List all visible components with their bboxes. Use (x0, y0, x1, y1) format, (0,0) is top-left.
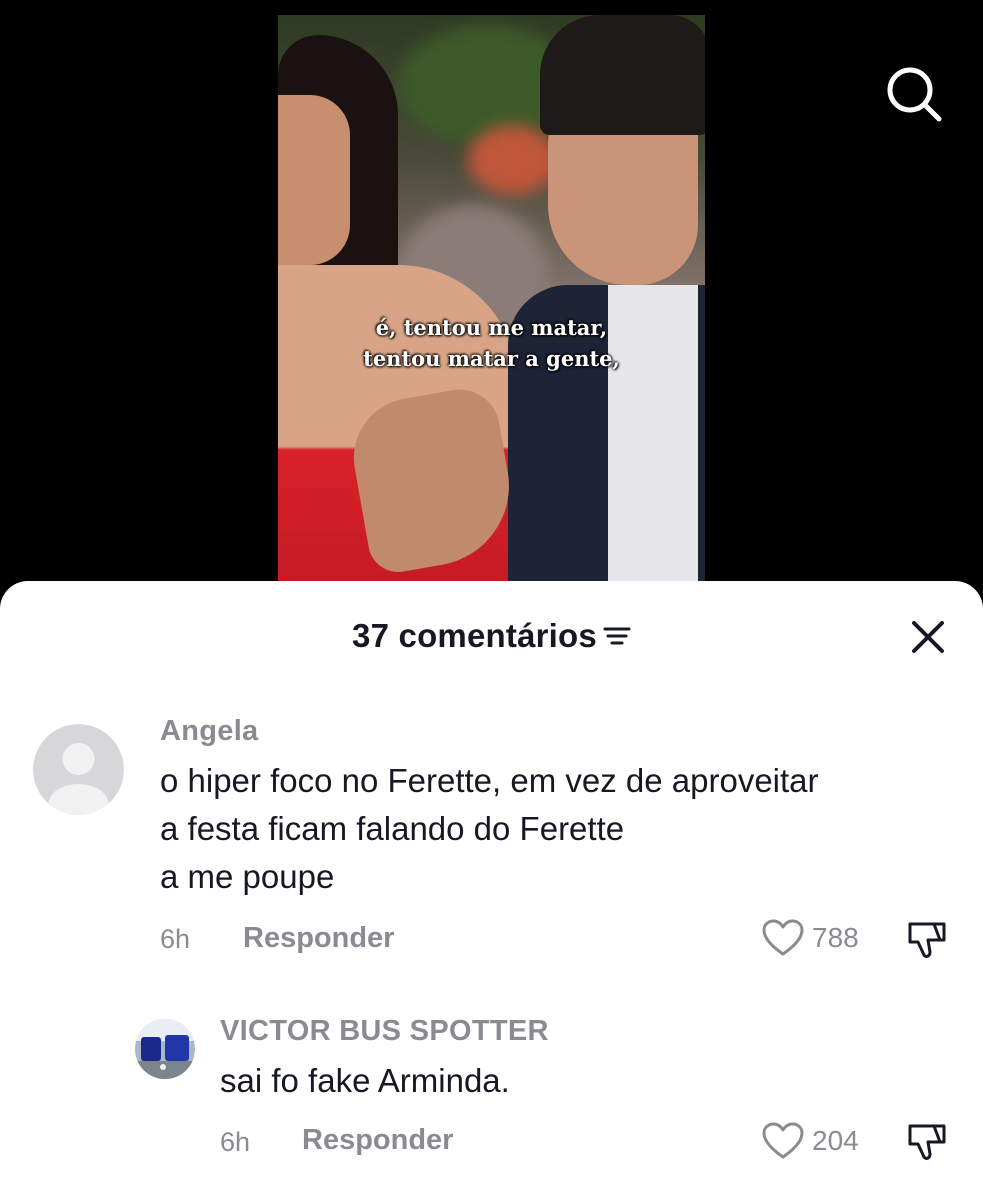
comment-username[interactable]: VICTOR BUS SPOTTER (220, 1015, 549, 1048)
comment-text-line: a festa ficam falando do Ferette (160, 810, 625, 847)
like-count: 204 (812, 1125, 859, 1156)
thumbs-down-icon (908, 922, 946, 958)
dislike-button[interactable] (906, 1122, 948, 1167)
search-icon (887, 67, 942, 122)
comment-timestamp: 6h (220, 1127, 251, 1157)
reply-button[interactable]: Responder (302, 1124, 453, 1157)
video-player[interactable] (278, 15, 705, 595)
avatar[interactable] (33, 724, 124, 815)
search-button[interactable] (884, 64, 944, 124)
avatar[interactable] (135, 1019, 195, 1079)
comment-count: 37 comentários (352, 617, 597, 654)
comment-text: sai fo fake Arminda. (220, 1057, 510, 1105)
close-button[interactable] (910, 619, 946, 655)
comment-timestamp: 6h (160, 924, 191, 954)
comment-text-line: o hiper foco no Ferette, em vez de aprov… (160, 762, 819, 799)
video-caption: é, tentou me matar, tentou matar a gente… (278, 312, 705, 374)
dislike-button[interactable] (906, 920, 948, 965)
thumbs-down-icon (908, 1124, 946, 1160)
comment-text-line: a me poupe (160, 858, 335, 895)
close-icon (912, 621, 944, 653)
caption-line: é, tentou me matar, (375, 315, 608, 340)
comment-username[interactable]: Angela (160, 715, 259, 748)
reply-button[interactable]: Responder (243, 922, 394, 955)
comments-sheet: 37 comentários Angela o hiper foco no Fe… (0, 581, 983, 1200)
comment-text-line: sai fo fake Arminda. (220, 1062, 510, 1099)
heart-icon (762, 1122, 804, 1159)
heart-icon (762, 919, 804, 956)
like-count: 788 (812, 922, 859, 953)
comment-text: o hiper foco no Ferette, em vez de aprov… (160, 757, 819, 901)
app-screen: é, tentou me matar, tentou matar a gente… (0, 0, 983, 1200)
comment-count-sort-toggle[interactable]: 37 comentários (0, 617, 983, 655)
bus-photo-avatar (135, 1019, 195, 1079)
caption-line: tentou matar a gente, (363, 346, 620, 371)
like-button[interactable]: 788 (762, 919, 859, 957)
comments-header: 37 comentários (0, 617, 983, 657)
woman-face (278, 95, 350, 265)
man-hair (540, 15, 705, 135)
default-avatar-icon (33, 724, 124, 815)
like-button[interactable]: 204 (762, 1122, 859, 1160)
sort-lines-icon (603, 617, 631, 655)
